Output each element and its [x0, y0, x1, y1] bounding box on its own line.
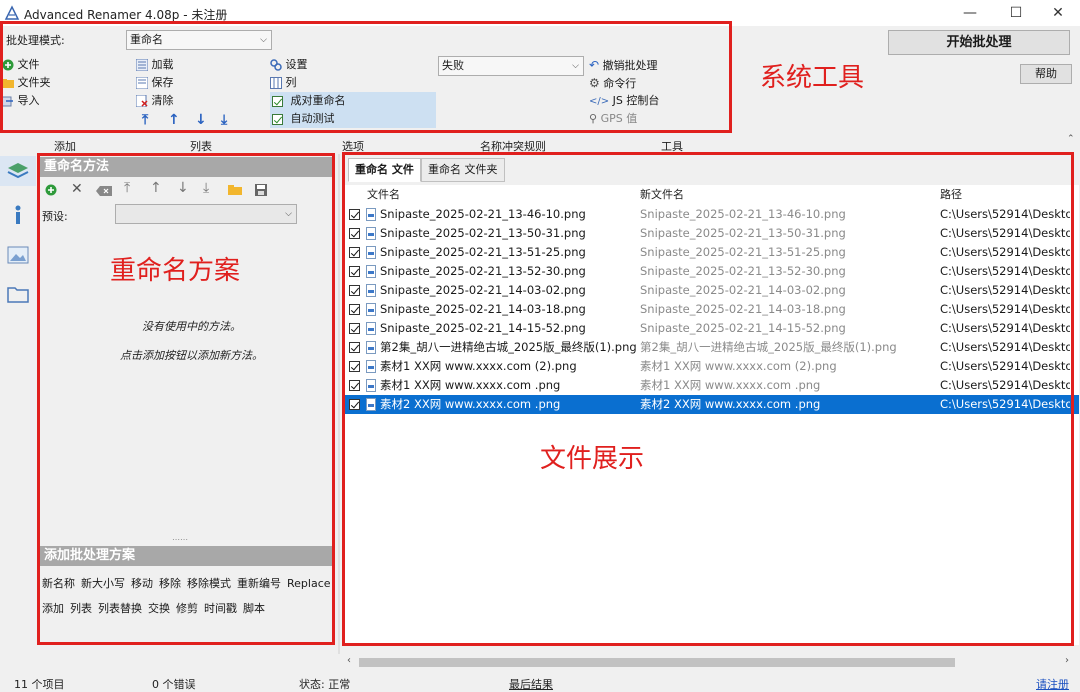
panel-splitter[interactable] [338, 154, 340, 654]
system-tools-highlight [0, 21, 732, 133]
maximize-button[interactable]: ☐ [994, 0, 1038, 26]
close-button[interactable]: ✕ [1036, 0, 1080, 26]
info-icon[interactable] [6, 203, 30, 227]
start-batch-button[interactable]: 开始批处理 [888, 30, 1070, 55]
app-logo-icon [4, 5, 20, 20]
horizontal-scrollbar[interactable]: ‹ › [345, 655, 1079, 670]
system-tools-annotation: 系统工具 [760, 63, 865, 93]
section-label-add: 添加 [54, 140, 76, 153]
section-label-list: 列表 [190, 140, 212, 153]
help-button[interactable]: 帮助 [1020, 64, 1072, 84]
scrollbar-thumb[interactable] [359, 658, 955, 667]
sidebar-methods-tab[interactable] [0, 156, 36, 186]
status-error-count: 0 个错误 [152, 678, 196, 691]
image-icon[interactable] [6, 243, 30, 267]
status-state: 状态: 正常 [299, 678, 351, 691]
file-display-highlight [342, 152, 1074, 646]
last-result-link[interactable]: 最后结果 [509, 676, 553, 692]
folder-outline-icon[interactable] [6, 282, 30, 306]
register-link[interactable]: 请注册 [1036, 676, 1069, 692]
status-item-count: 11 个项目 [14, 678, 65, 691]
scroll-left-icon[interactable]: ‹ [347, 655, 351, 666]
rename-scheme-highlight [37, 153, 335, 645]
minimize-button[interactable]: — [948, 0, 992, 26]
layers-icon [7, 163, 29, 179]
scroll-up-icon[interactable]: ⌃ [1067, 134, 1075, 144]
scroll-right-icon[interactable]: › [1065, 655, 1069, 666]
